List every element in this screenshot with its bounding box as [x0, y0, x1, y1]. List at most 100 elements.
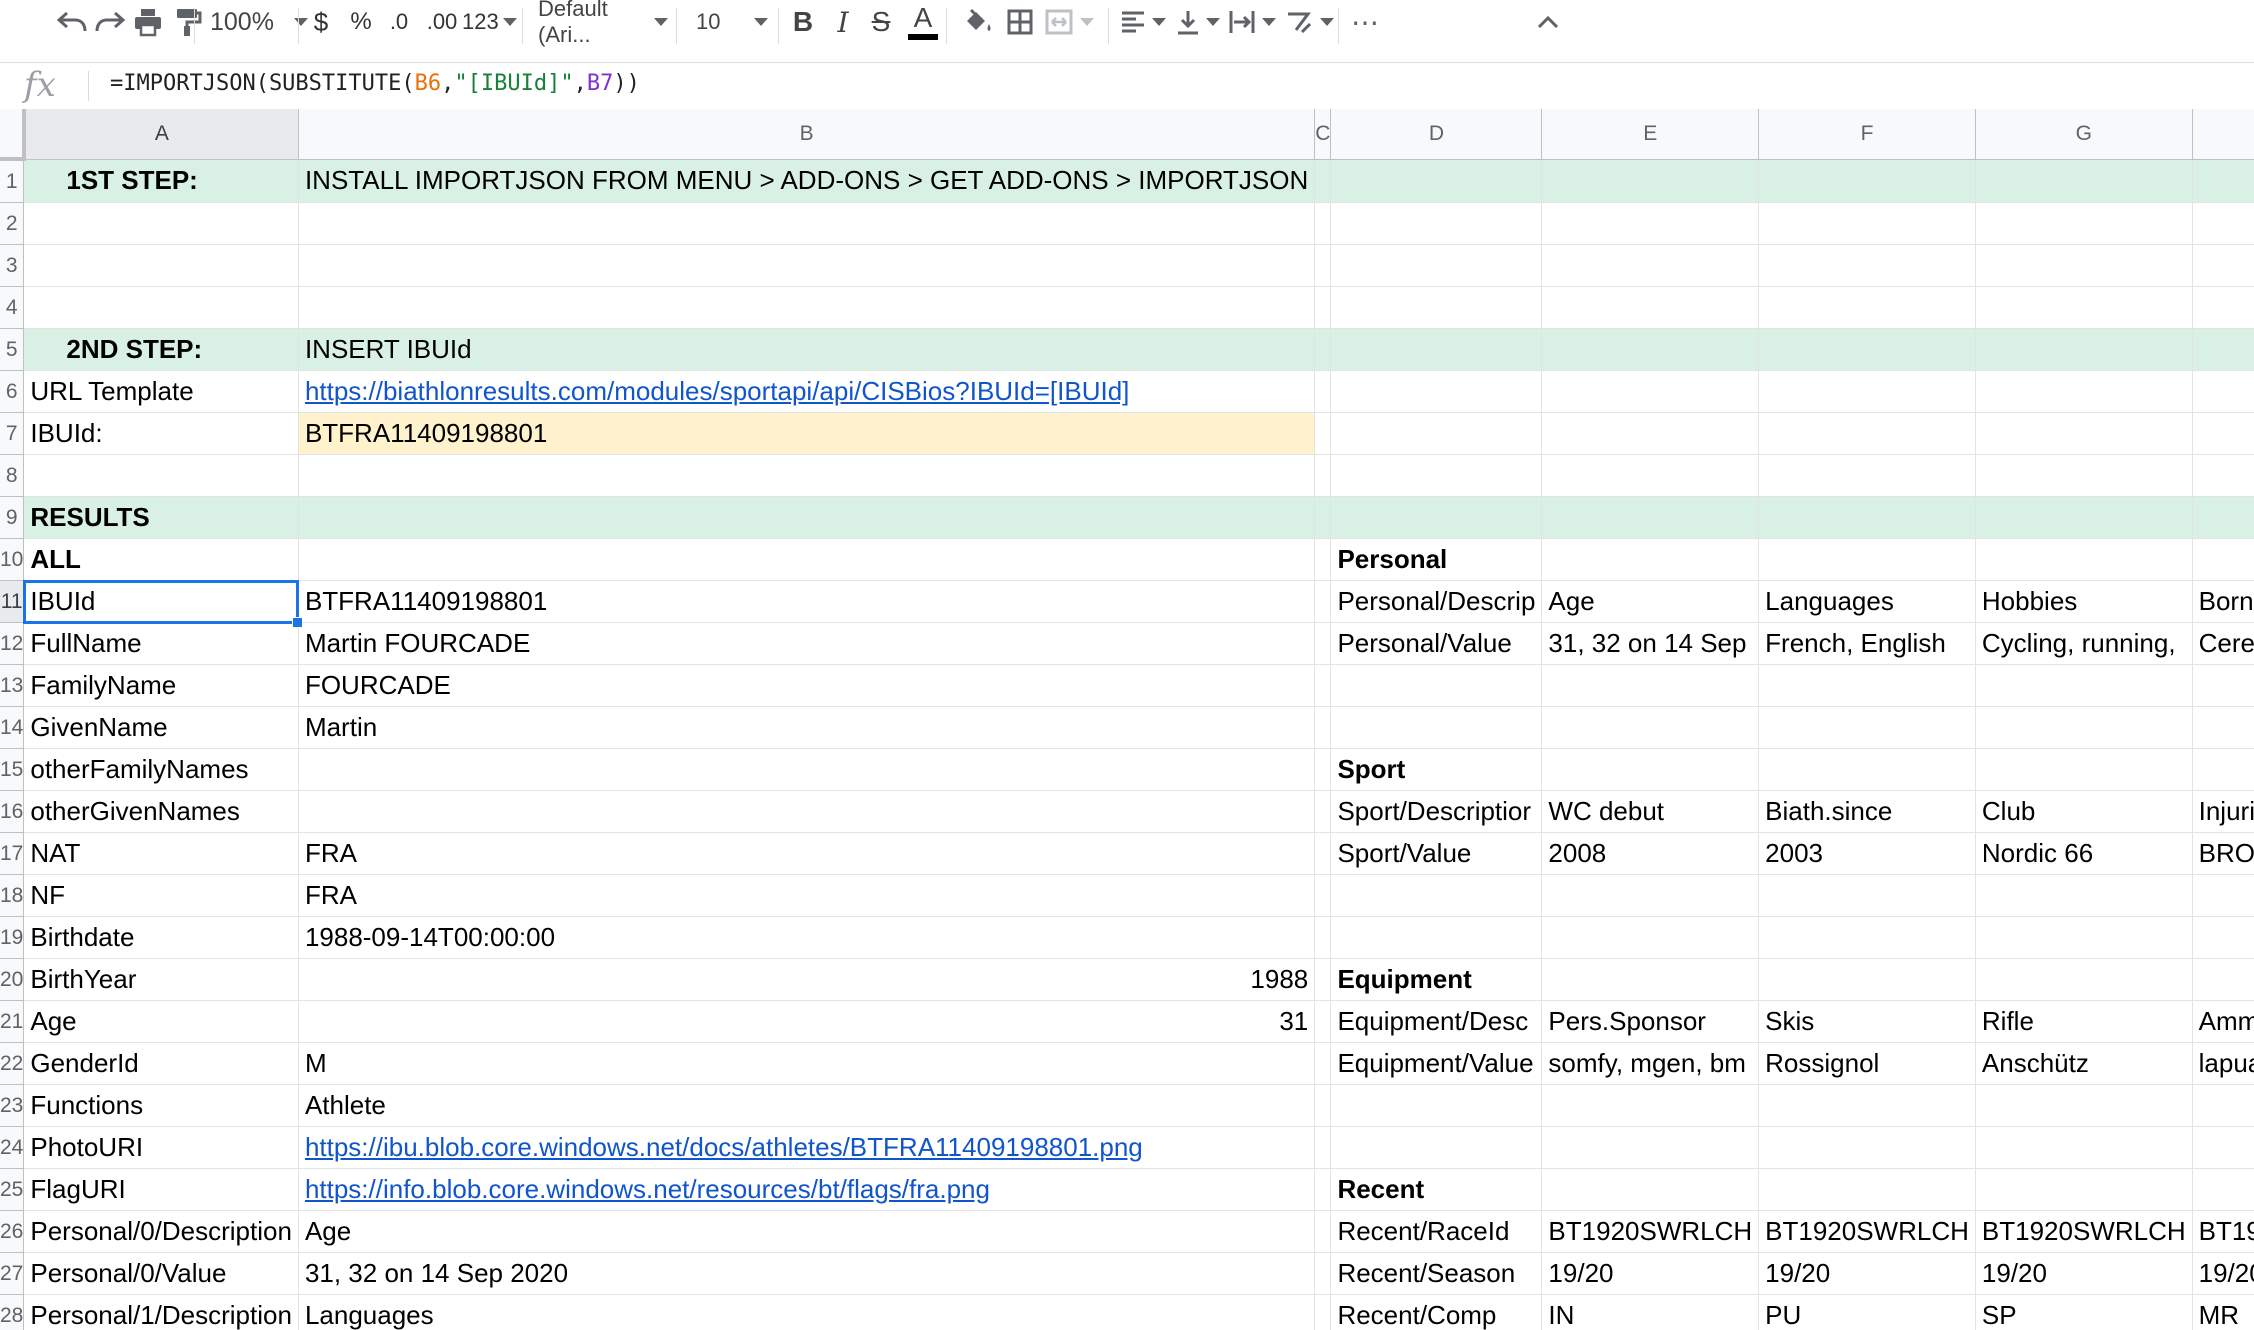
cell-f26[interactable]: BT1920SWRLCH: [1758, 1210, 1976, 1253]
cell-h26[interactable]: BT1920SWRLCH: [2192, 1210, 2254, 1253]
cell-h9[interactable]: [2192, 496, 2254, 539]
formula-input[interactable]: =IMPORTJSON(SUBSTITUTE(B6,"[IBUId]",B7)): [110, 71, 640, 96]
cell-h12[interactable]: Ceret: [2192, 622, 2254, 665]
cell-b2[interactable]: [298, 202, 1316, 245]
cell-d9[interactable]: [1330, 496, 1543, 539]
cell-g20[interactable]: [1975, 958, 2193, 1001]
cell-h1[interactable]: [2192, 159, 2254, 203]
row-header[interactable]: 10: [0, 538, 25, 581]
cell-h4[interactable]: [2192, 286, 2254, 329]
cell-c22[interactable]: [1314, 1042, 1332, 1085]
cell-d26[interactable]: Recent/RaceId: [1330, 1210, 1543, 1253]
cell-c9[interactable]: [1314, 496, 1332, 539]
row-header[interactable]: 2: [0, 202, 25, 245]
cell-a8[interactable]: [23, 454, 299, 497]
currency-format-button[interactable]: $: [306, 0, 336, 44]
cell-b7[interactable]: BTFRA11409198801: [298, 412, 1316, 455]
row-header[interactable]: 14: [0, 706, 25, 749]
cell-g26[interactable]: BT1920SWRLCH: [1975, 1210, 2193, 1253]
cell-h17[interactable]: BROKEN WRIST: [2192, 832, 2254, 875]
cell-d24[interactable]: [1330, 1126, 1543, 1169]
column-header-g[interactable]: G: [1975, 109, 2193, 160]
cell-f19[interactable]: [1758, 916, 1976, 959]
cell-c7[interactable]: [1314, 412, 1332, 455]
font-family-select[interactable]: Default (Ari...: [538, 0, 668, 47]
cell-f28[interactable]: PU: [1758, 1294, 1976, 1330]
cell-f6[interactable]: [1758, 370, 1976, 413]
cell-g22[interactable]: Anschütz: [1975, 1042, 2193, 1085]
row-header[interactable]: 16: [0, 790, 25, 833]
cell-d3[interactable]: [1330, 244, 1543, 287]
cell-h23[interactable]: [2192, 1084, 2254, 1127]
cell-g3[interactable]: [1975, 244, 2193, 287]
row-header[interactable]: 7: [0, 412, 25, 455]
cell-a9[interactable]: RESULTS: [23, 496, 299, 539]
cell-c3[interactable]: [1314, 244, 1332, 287]
cell-d25[interactable]: Recent: [1330, 1168, 1543, 1211]
cell-g14[interactable]: [1975, 706, 2193, 749]
cell-c15[interactable]: [1314, 748, 1332, 791]
cell-e11[interactable]: Age: [1541, 580, 1760, 623]
cell-e20[interactable]: [1541, 958, 1760, 1001]
cell-g15[interactable]: [1975, 748, 2193, 791]
cell-d22[interactable]: Equipment/Value: [1330, 1042, 1543, 1085]
cell-e14[interactable]: [1541, 706, 1760, 749]
cell-f2[interactable]: [1758, 202, 1976, 245]
cell-g25[interactable]: [1975, 1168, 2193, 1211]
cell-d2[interactable]: [1330, 202, 1543, 245]
cell-c13[interactable]: [1314, 664, 1332, 707]
cell-a5[interactable]: 2ND STEP:: [23, 328, 299, 371]
cell-f23[interactable]: [1758, 1084, 1976, 1127]
cell-b9[interactable]: [298, 496, 1316, 539]
cell-h10[interactable]: [2192, 538, 2254, 581]
cell-g5[interactable]: [1975, 328, 2193, 371]
cell-h21[interactable]: Ammunition: [2192, 1000, 2254, 1043]
cell-d14[interactable]: [1330, 706, 1543, 749]
cell-f1[interactable]: [1758, 159, 1976, 203]
cell-d18[interactable]: [1330, 874, 1543, 917]
cell-f20[interactable]: [1758, 958, 1976, 1001]
bold-button[interactable]: B: [788, 0, 818, 44]
cell-h22[interactable]: lapua: [2192, 1042, 2254, 1085]
cell-e27[interactable]: 19/20: [1541, 1252, 1760, 1295]
cell-e6[interactable]: [1541, 370, 1760, 413]
strikethrough-button[interactable]: S: [866, 0, 896, 44]
cell-h19[interactable]: [2192, 916, 2254, 959]
cell-h13[interactable]: [2192, 664, 2254, 707]
cell-b15[interactable]: [298, 748, 1316, 791]
cell-e8[interactable]: [1541, 454, 1760, 497]
cell-h6[interactable]: [2192, 370, 2254, 413]
cell-d11[interactable]: Personal/Descrip: [1330, 580, 1543, 623]
cell-h24[interactable]: [2192, 1126, 2254, 1169]
cell-g18[interactable]: [1975, 874, 2193, 917]
cell-b16[interactable]: [298, 790, 1316, 833]
row-header[interactable]: 8: [0, 454, 25, 497]
cell-b21[interactable]: 31: [298, 1000, 1316, 1043]
cell-h5[interactable]: [2192, 328, 2254, 371]
cell-d4[interactable]: [1330, 286, 1543, 329]
cell-f5[interactable]: [1758, 328, 1976, 371]
cell-b5[interactable]: INSERT IBUId: [298, 328, 1316, 371]
cell-e25[interactable]: [1541, 1168, 1760, 1211]
cell-c2[interactable]: [1314, 202, 1332, 245]
cell-f21[interactable]: Skis: [1758, 1000, 1976, 1043]
row-header[interactable]: 26: [0, 1210, 25, 1253]
column-header-e[interactable]: E: [1541, 109, 1760, 160]
row-header[interactable]: 15: [0, 748, 25, 791]
cell-h14[interactable]: [2192, 706, 2254, 749]
cell-f4[interactable]: [1758, 286, 1976, 329]
cell-e24[interactable]: [1541, 1126, 1760, 1169]
cell-g17[interactable]: Nordic 66: [1975, 832, 2193, 875]
cell-e22[interactable]: somfy, mgen, bm: [1541, 1042, 1760, 1085]
cell-g1[interactable]: [1975, 159, 2193, 203]
cell-g27[interactable]: 19/20: [1975, 1252, 2193, 1295]
cell-c6[interactable]: [1314, 370, 1332, 413]
cell-h15[interactable]: [2192, 748, 2254, 791]
cell-f24[interactable]: [1758, 1126, 1976, 1169]
cell-g11[interactable]: Hobbies: [1975, 580, 2193, 623]
cell-d21[interactable]: Equipment/Desc: [1330, 1000, 1543, 1043]
cell-d17[interactable]: Sport/Value: [1330, 832, 1543, 875]
cell-g21[interactable]: Rifle: [1975, 1000, 2193, 1043]
cell-c26[interactable]: [1314, 1210, 1332, 1253]
cell-a12[interactable]: FullName: [23, 622, 299, 665]
